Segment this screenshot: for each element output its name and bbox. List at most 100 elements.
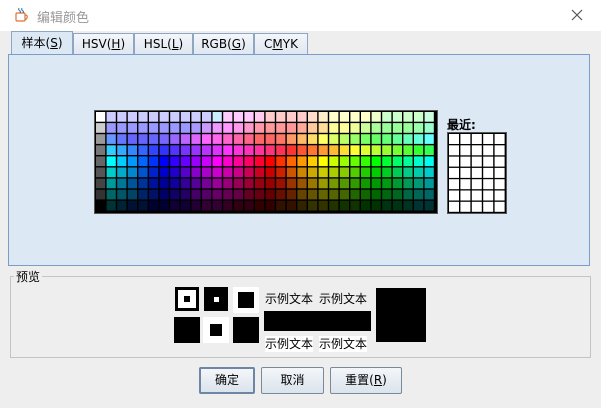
color-swatch[interactable] (127, 200, 137, 211)
color-swatch[interactable] (339, 200, 349, 211)
recent-swatch[interactable] (449, 179, 459, 190)
recent-swatch[interactable] (460, 167, 471, 178)
color-swatch[interactable] (371, 112, 381, 122)
color-swatch[interactable] (159, 112, 169, 122)
recent-swatch[interactable] (460, 156, 471, 167)
color-swatch[interactable] (244, 200, 254, 211)
color-swatch[interactable] (424, 156, 434, 167)
color-swatch[interactable] (149, 156, 159, 167)
color-swatch[interactable] (424, 112, 434, 122)
color-swatch[interactable] (361, 123, 371, 133)
color-swatch[interactable] (106, 123, 116, 133)
color-swatch[interactable] (329, 145, 339, 155)
color-swatch[interactable] (170, 178, 180, 189)
color-swatch[interactable] (202, 156, 212, 167)
recent-swatch[interactable] (471, 167, 482, 178)
color-swatch[interactable] (170, 200, 180, 211)
color-swatch[interactable] (191, 189, 201, 200)
color-swatch[interactable] (127, 178, 137, 189)
color-swatch[interactable] (318, 145, 328, 155)
color-swatch[interactable] (159, 156, 169, 167)
color-swatch[interactable] (106, 145, 116, 155)
color-swatch[interactable] (297, 134, 307, 144)
color-swatch[interactable] (159, 178, 169, 189)
color-swatch[interactable] (424, 167, 434, 178)
color-swatch[interactable] (297, 112, 307, 122)
color-swatch[interactable] (286, 145, 296, 155)
tab-rgb[interactable]: RGB(G) (193, 33, 254, 54)
color-swatch[interactable] (149, 145, 159, 155)
color-swatch[interactable] (265, 145, 275, 155)
color-swatch[interactable] (127, 145, 137, 155)
color-swatch[interactable] (255, 112, 265, 122)
recent-swatch[interactable] (483, 156, 494, 167)
color-swatch[interactable] (159, 189, 169, 200)
color-swatch[interactable] (403, 167, 413, 178)
color-swatch[interactable] (149, 112, 159, 122)
color-swatch[interactable] (117, 189, 127, 200)
color-swatch[interactable] (265, 189, 275, 200)
color-swatch[interactable] (371, 156, 381, 167)
color-swatch[interactable] (318, 167, 328, 178)
color-swatch[interactable] (308, 200, 318, 211)
color-swatch[interactable] (117, 178, 127, 189)
reset-button[interactable]: 重置(R) (330, 367, 402, 394)
recent-swatch[interactable] (494, 167, 505, 178)
recent-swatch[interactable] (471, 201, 482, 212)
color-swatch[interactable] (223, 145, 233, 155)
color-swatch[interactable] (127, 134, 137, 144)
recent-swatch[interactable] (494, 145, 505, 156)
color-swatch[interactable] (297, 123, 307, 133)
color-swatch[interactable] (318, 200, 328, 211)
color-swatch[interactable] (170, 167, 180, 178)
color-swatch[interactable] (392, 123, 402, 133)
recent-swatch[interactable] (449, 167, 459, 178)
color-swatch[interactable] (350, 123, 360, 133)
color-swatch[interactable] (308, 112, 318, 122)
color-swatch[interactable] (223, 156, 233, 167)
color-swatch[interactable] (191, 134, 201, 144)
color-swatch[interactable] (202, 112, 212, 122)
color-swatch[interactable] (255, 200, 265, 211)
recent-swatch[interactable] (483, 201, 494, 212)
color-swatch[interactable] (350, 178, 360, 189)
color-swatch[interactable] (202, 123, 212, 133)
color-swatch[interactable] (138, 178, 148, 189)
color-swatch[interactable] (170, 112, 180, 122)
color-swatch[interactable] (361, 145, 371, 155)
color-swatch[interactable] (149, 123, 159, 133)
color-swatch[interactable] (127, 167, 137, 178)
color-swatch[interactable] (96, 112, 106, 122)
color-swatch[interactable] (414, 156, 424, 167)
color-swatch[interactable] (286, 156, 296, 167)
color-swatch[interactable] (212, 167, 222, 178)
color-swatch[interactable] (276, 178, 286, 189)
color-swatch[interactable] (233, 156, 243, 167)
color-swatch[interactable] (127, 123, 137, 133)
color-swatch[interactable] (371, 123, 381, 133)
color-swatch[interactable] (117, 123, 127, 133)
color-swatch[interactable] (233, 167, 243, 178)
color-swatch[interactable] (424, 200, 434, 211)
color-swatch[interactable] (424, 134, 434, 144)
color-swatch[interactable] (382, 156, 392, 167)
color-swatch[interactable] (106, 167, 116, 178)
color-swatch[interactable] (339, 123, 349, 133)
recent-swatch[interactable] (460, 179, 471, 190)
color-swatch[interactable] (265, 134, 275, 144)
color-swatch[interactable] (180, 200, 190, 211)
color-swatch[interactable] (255, 189, 265, 200)
color-swatch[interactable] (170, 123, 180, 133)
color-swatch[interactable] (361, 134, 371, 144)
recent-swatch[interactable] (483, 179, 494, 190)
color-swatch[interactable] (149, 178, 159, 189)
color-swatch[interactable] (244, 178, 254, 189)
color-swatch[interactable] (223, 167, 233, 178)
color-swatch[interactable] (329, 134, 339, 144)
color-swatch[interactable] (149, 200, 159, 211)
color-swatch[interactable] (329, 112, 339, 122)
color-swatch[interactable] (106, 134, 116, 144)
recent-swatch[interactable] (460, 190, 471, 201)
color-swatch[interactable] (392, 145, 402, 155)
color-swatch[interactable] (371, 134, 381, 144)
